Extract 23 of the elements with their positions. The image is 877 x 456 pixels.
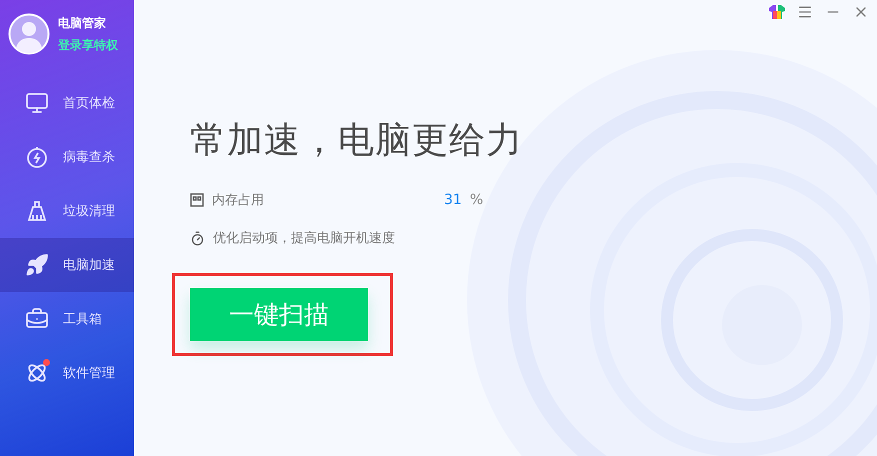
memory-value: 31: [444, 192, 462, 208]
broom-icon: [25, 199, 49, 223]
sidebar-item[interactable]: 病毒查杀: [0, 130, 134, 184]
sidebar-item[interactable]: 首页体检: [0, 76, 134, 130]
rocket-icon: [25, 253, 49, 277]
sidebar-item[interactable]: 垃圾清理: [0, 184, 134, 238]
memory-label: 内存占用: [212, 192, 264, 209]
menu-icon[interactable]: [797, 4, 813, 20]
monitor-icon: [25, 91, 49, 115]
headline: 常加速，电脑更给力: [190, 119, 524, 163]
sidebar-item[interactable]: 软件管理: [0, 346, 134, 400]
stopwatch-icon: [190, 230, 205, 246]
tip-text: 优化启动项，提高电脑开机速度: [213, 230, 395, 247]
avatar-icon[interactable]: [8, 13, 50, 55]
memory-chip-icon: [190, 193, 204, 207]
lightning-icon: [25, 145, 49, 169]
toolbox-icon: [25, 307, 49, 331]
sidebar-item[interactable]: 工具箱: [0, 292, 134, 346]
app-name: 电脑管家: [58, 14, 107, 32]
memory-unit: %: [470, 192, 484, 208]
sidebar-item[interactable]: 电脑加速: [0, 238, 134, 292]
login-link[interactable]: 登录享特权: [58, 36, 118, 54]
skin-icon[interactable]: [769, 5, 785, 19]
